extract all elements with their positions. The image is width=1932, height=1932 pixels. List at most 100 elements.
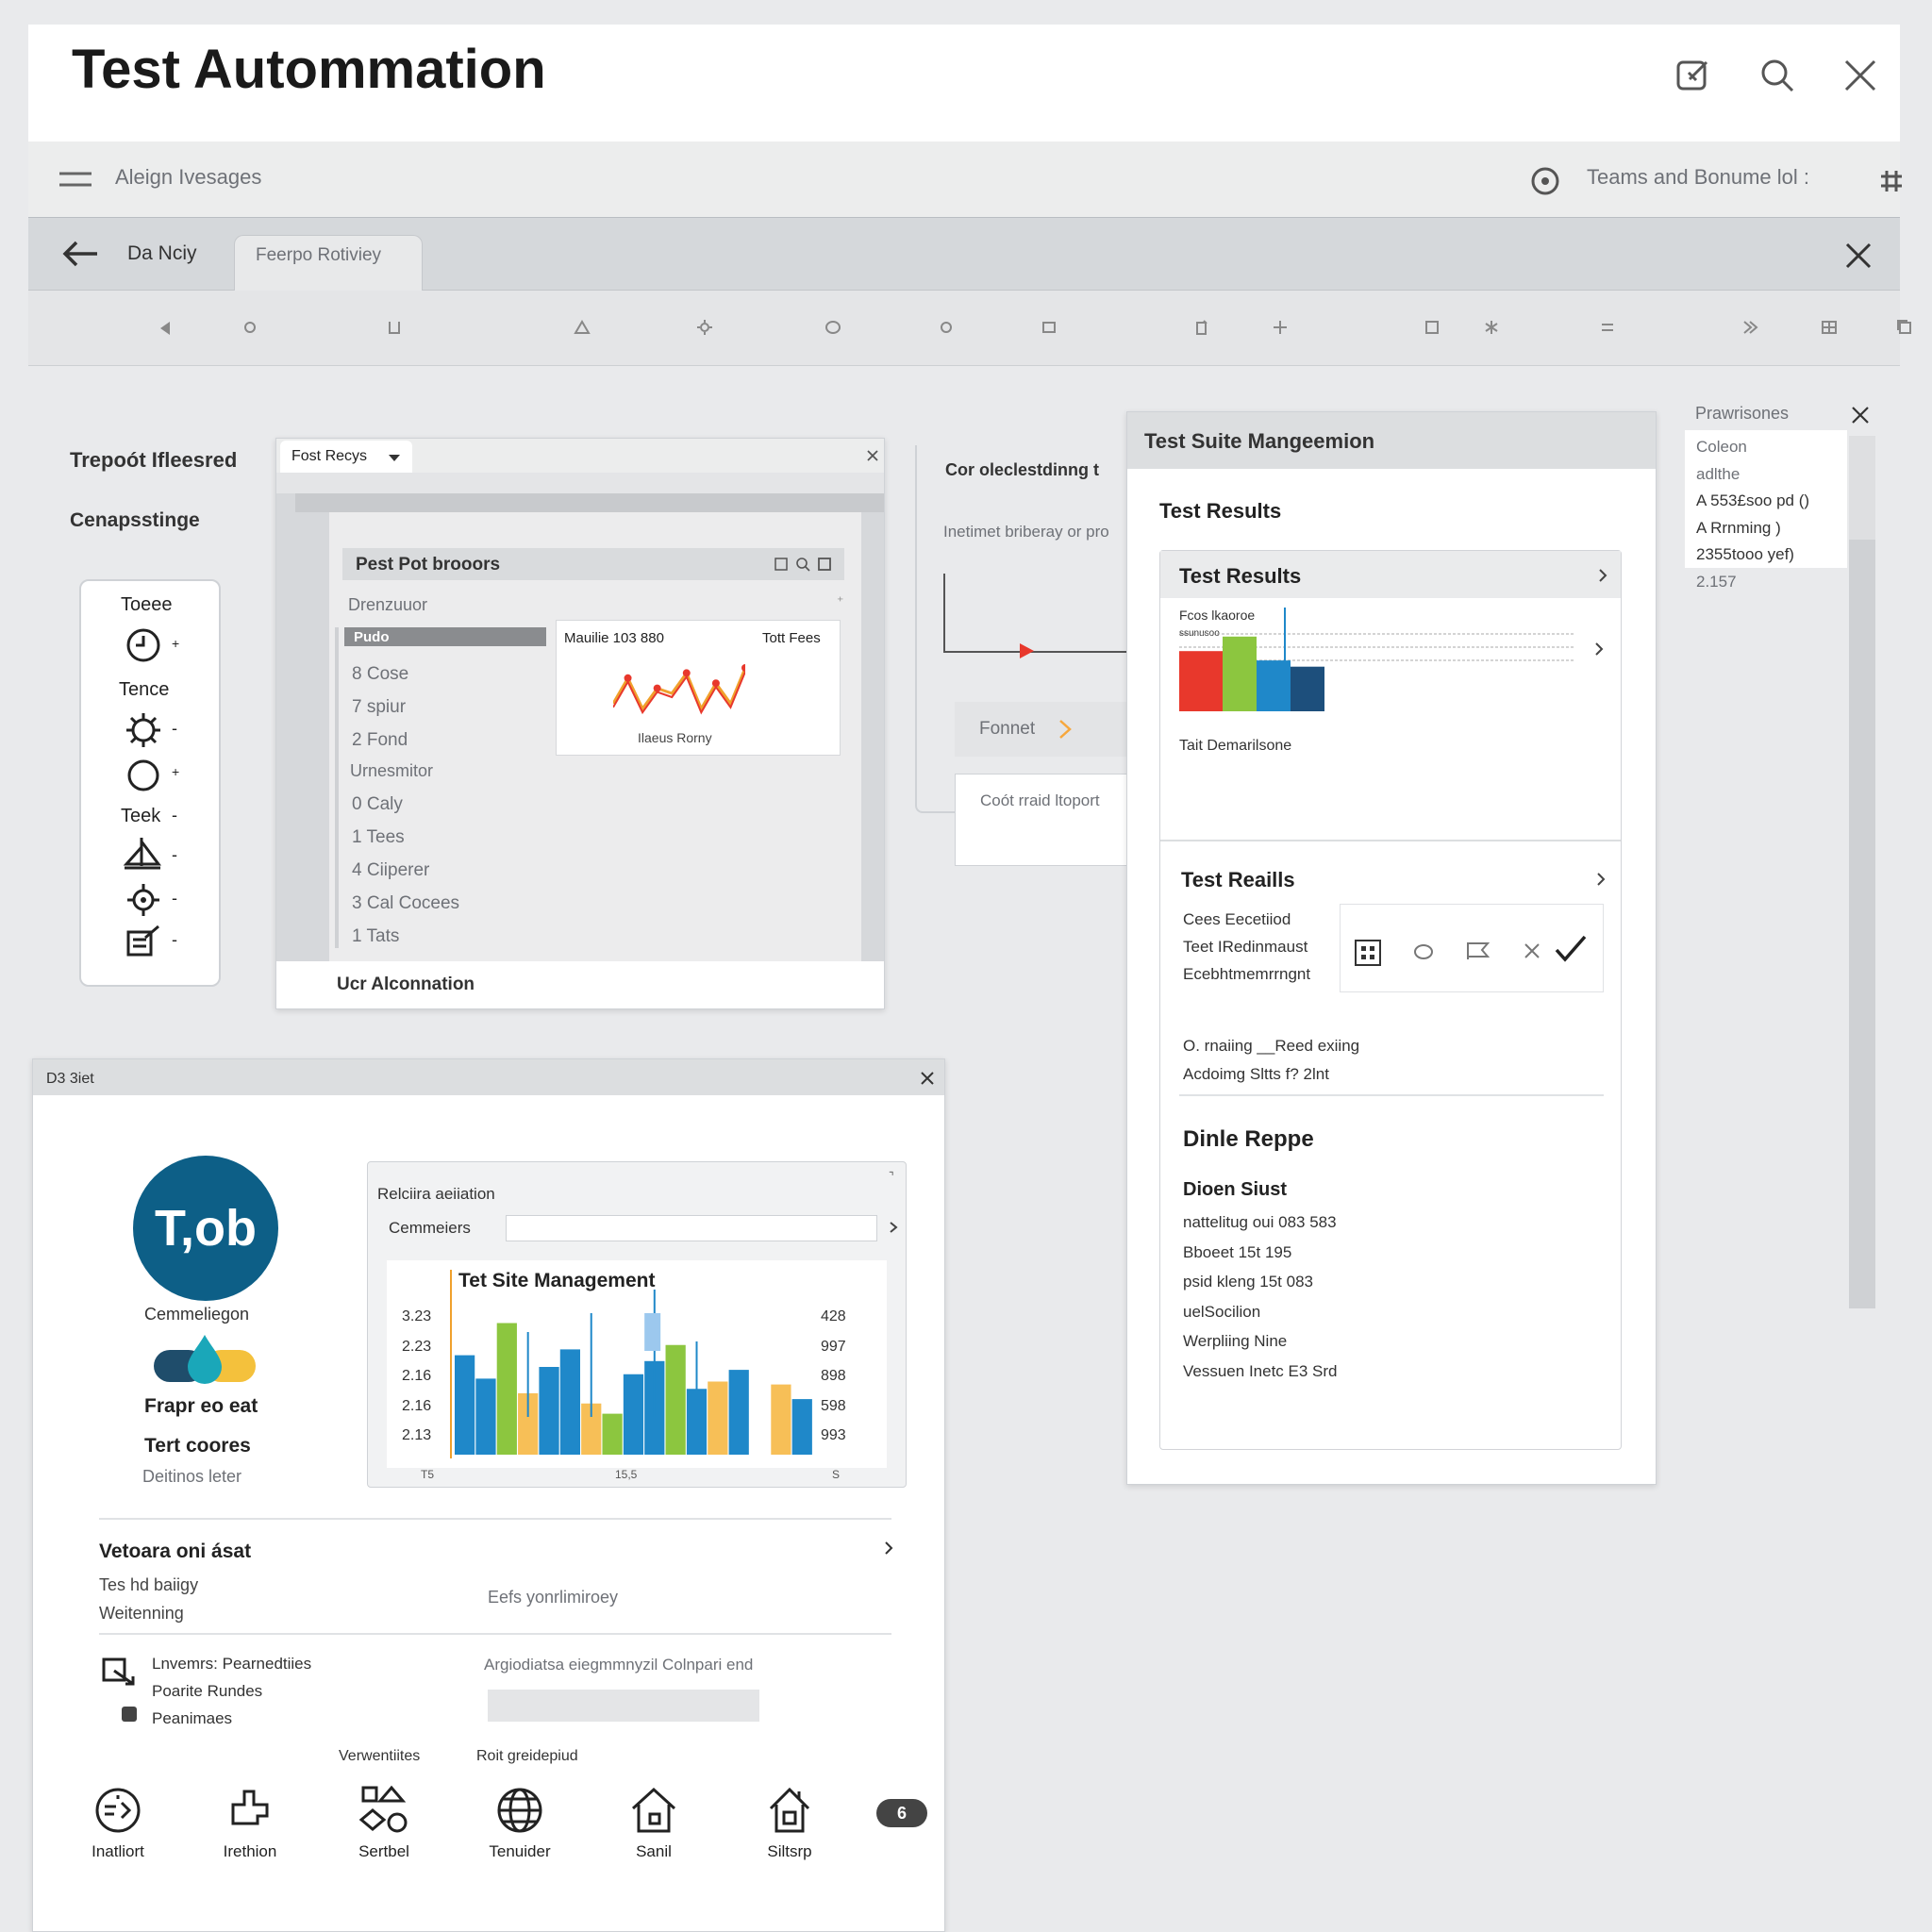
oval-outline-icon[interactable] xyxy=(1412,942,1435,961)
ring-icon[interactable] xyxy=(940,321,953,334)
minus-mark[interactable]: - xyxy=(172,719,177,739)
clock-icon[interactable] xyxy=(125,626,162,664)
copy-icon[interactable] xyxy=(1896,319,1913,336)
bottom-icon-item[interactable]: Tenuider xyxy=(473,1784,567,1878)
search-icon[interactable] xyxy=(1749,47,1806,104)
report-close-icon[interactable] xyxy=(867,450,878,461)
tab-close-icon[interactable] xyxy=(1840,237,1877,275)
side-list-item[interactable]: adlthe xyxy=(1696,461,1809,489)
edit-icon[interactable] xyxy=(1665,47,1722,104)
report-selected-item[interactable]: Pudo xyxy=(344,627,546,646)
notification-badge[interactable]: 6 xyxy=(876,1799,927,1827)
side-list-item[interactable]: 2355tooo yef) xyxy=(1696,541,1809,569)
bar xyxy=(1223,636,1257,711)
bottom-icon-item[interactable]: Irethion xyxy=(203,1784,297,1878)
bottom-close-icon[interactable] xyxy=(920,1071,935,1086)
bar-highlight xyxy=(644,1313,661,1351)
bottom-icon-item[interactable]: Sertbel xyxy=(337,1784,431,1878)
list-item[interactable]: 7 spiur xyxy=(352,691,408,724)
card1-side-chevron-icon[interactable] xyxy=(1594,641,1604,657)
logo-caption: Cemmeliegon xyxy=(144,1305,250,1324)
circle-icon[interactable] xyxy=(125,757,162,794)
plus-cross-icon[interactable] xyxy=(1272,319,1289,336)
flag-icon[interactable] xyxy=(1465,941,1491,961)
card2-chevron-icon[interactable] xyxy=(1596,872,1606,887)
export-icon[interactable] xyxy=(101,1656,137,1688)
section2-lines: Lnvemrs: Pearnedtiies Poarite Rundes Pea… xyxy=(152,1650,311,1732)
gear-small-icon[interactable] xyxy=(696,319,713,336)
toggle-drop-icon[interactable] xyxy=(152,1333,258,1386)
minus-mark-5[interactable]: - xyxy=(172,930,177,950)
tool-label-teek: Teek xyxy=(121,806,161,826)
list-item[interactable]: 3 Cal Cocees xyxy=(352,887,459,920)
list-item[interactable]: 2 Fond xyxy=(352,724,408,757)
plus-mark-2[interactable]: + xyxy=(172,764,179,779)
side-list-item[interactable]: Coleon xyxy=(1696,434,1809,461)
tab-feerpo-rotiviey[interactable]: Feerpo Rotiviey xyxy=(234,235,423,291)
minus-mark-4[interactable]: - xyxy=(172,889,177,908)
card2-line: Ecebhtmemrrngnt xyxy=(1183,965,1311,983)
close-icon[interactable] xyxy=(1832,47,1889,104)
minus-mark-2[interactable]: - xyxy=(172,806,177,825)
side-list-item[interactable]: 2.157 xyxy=(1696,569,1809,596)
bar xyxy=(708,1381,728,1455)
target-icon[interactable] xyxy=(1526,162,1564,200)
frame-icon[interactable] xyxy=(1041,320,1057,335)
square-icon[interactable] xyxy=(1424,319,1440,336)
bottom-icon-label: Sanil xyxy=(636,1842,672,1860)
card1-title: Test Results xyxy=(1179,564,1302,588)
section2-right: Argiodiatsa eiegmmnyzil Colnpari end xyxy=(484,1656,754,1674)
table-icon[interactable] xyxy=(1821,319,1838,336)
mid-button[interactable]: Fonnet xyxy=(955,702,1134,757)
x-mark-icon[interactable] xyxy=(1524,942,1541,959)
qr-grid-icon[interactable] xyxy=(1354,939,1382,967)
section1-chevron-icon[interactable] xyxy=(884,1541,893,1556)
play-back-icon[interactable] xyxy=(158,321,172,336)
bottom-icon-item[interactable]: Sanil xyxy=(607,1784,701,1878)
report-inner-topstrip xyxy=(295,493,884,512)
side-scrollbar-thumb[interactable] xyxy=(1849,436,1875,540)
sailboat-icon[interactable] xyxy=(123,836,164,874)
maximize-icon[interactable] xyxy=(818,558,831,571)
bottom-icon-item[interactable]: Inatliort xyxy=(71,1784,165,1878)
back-arrow-icon[interactable] xyxy=(57,235,104,273)
cog-icon[interactable] xyxy=(125,881,162,919)
chart-input[interactable] xyxy=(506,1215,877,1241)
list-item[interactable]: 1 Tees xyxy=(352,821,459,854)
notepad-icon[interactable] xyxy=(125,924,162,958)
zoom-icon[interactable] xyxy=(795,557,810,572)
oval-icon[interactable] xyxy=(824,320,841,335)
side-list-close-icon[interactable] xyxy=(1851,406,1870,425)
phone-icon[interactable] xyxy=(1194,319,1209,336)
side-list-item[interactable]: A 553£soo pd () xyxy=(1696,488,1809,515)
line-point xyxy=(682,669,691,677)
triangle-icon[interactable] xyxy=(574,320,591,335)
list-item[interactable]: 8 Cose xyxy=(352,658,408,691)
list-item[interactable]: 0 Caly xyxy=(352,788,459,821)
plus-mark[interactable]: + xyxy=(172,636,179,651)
check-icon[interactable] xyxy=(1554,933,1588,965)
chevron-down-icon[interactable] xyxy=(388,454,401,462)
grid-icon[interactable] xyxy=(1873,162,1910,200)
minus-mark-3[interactable]: - xyxy=(172,845,177,865)
card1-chevron-icon[interactable] xyxy=(1598,568,1607,583)
report-expand-mark[interactable]: ⁺ xyxy=(837,593,843,609)
tab-da-nciy[interactable]: Da Nciy xyxy=(127,242,197,265)
bottom-icon-item[interactable]: Siltsrp xyxy=(742,1784,837,1878)
bar xyxy=(665,1344,686,1455)
side-list-item[interactable]: A Rrnming ) xyxy=(1696,515,1809,542)
minimize-icon[interactable] xyxy=(774,558,788,571)
forward-icon[interactable] xyxy=(1741,320,1758,335)
list-item[interactable]: 1 Tats xyxy=(352,920,459,953)
equals-icon[interactable] xyxy=(1600,321,1615,334)
circle-small-icon[interactable] xyxy=(243,321,257,334)
report-tab[interactable]: Fost Recys xyxy=(280,441,412,473)
bracket-icon[interactable] xyxy=(387,320,402,335)
side-scrollbar[interactable] xyxy=(1849,436,1875,1308)
asterisk-icon[interactable] xyxy=(1483,319,1500,336)
side-list-items: Coleon adlthe A 553£soo pd () A Rrnming … xyxy=(1696,434,1809,595)
list-item[interactable]: 4 Ciiperer xyxy=(352,854,459,887)
gear-icon[interactable] xyxy=(125,711,162,749)
menu-icon[interactable] xyxy=(57,160,94,198)
chart-input-chevron-icon[interactable] xyxy=(889,1221,898,1234)
